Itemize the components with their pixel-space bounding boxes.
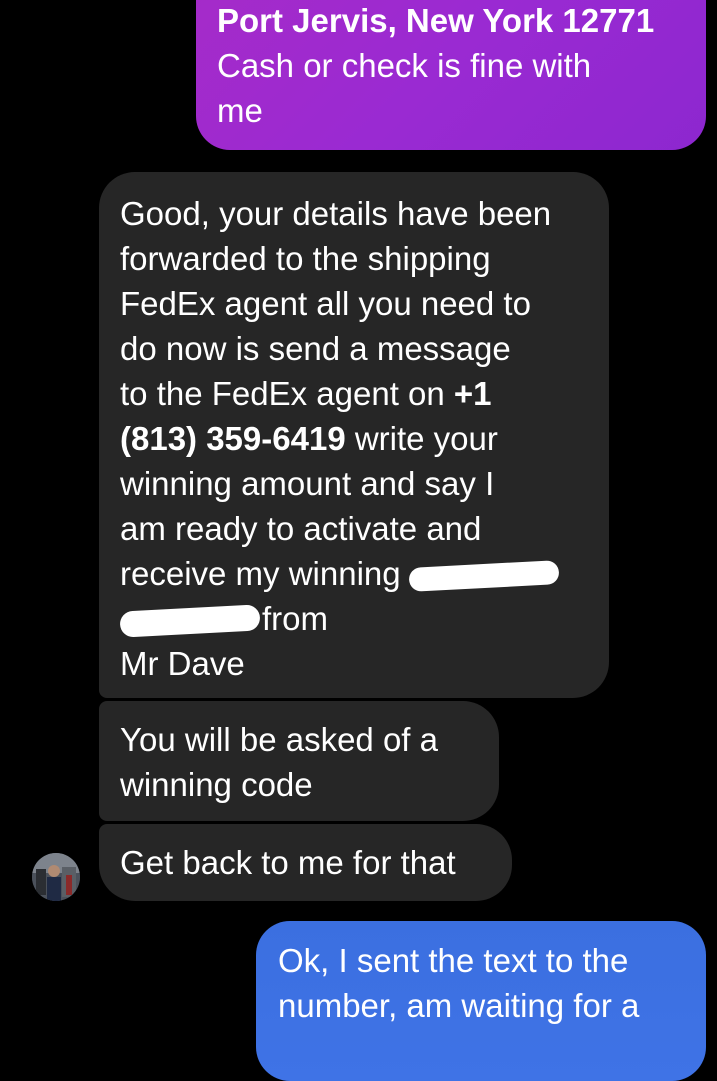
- message-text-line: Port Jervis, New York 12771: [217, 2, 655, 39]
- message-text-line: forwarded to the shipping: [120, 240, 491, 277]
- message-text-line: do now is send a message: [120, 330, 511, 367]
- message-text-line: Get back to me for that: [120, 844, 456, 881]
- contact-avatar-photo-icon[interactable]: [32, 853, 80, 901]
- message-text-line: am ready to activate and: [120, 510, 482, 547]
- message-text-line: winning code: [120, 766, 313, 803]
- incoming-message-bubble[interactable]: Good, your details have been forwarded t…: [99, 172, 609, 698]
- incoming-message-bubble[interactable]: You will be asked of a winning code: [99, 701, 499, 821]
- redaction-mark: [119, 604, 261, 638]
- phone-number-link[interactable]: (813) 359-6419: [120, 420, 346, 457]
- message-text-line: Mr Dave: [120, 645, 245, 682]
- incoming-message-bubble[interactable]: Get back to me for that: [99, 824, 512, 901]
- message-text: from: [262, 600, 328, 637]
- message-text-line: to the FedEx agent on +1: [120, 371, 587, 416]
- outgoing-message-bubble[interactable]: Port Jervis, New York 12771 Cash or chec…: [196, 0, 706, 150]
- message-text: write your: [345, 420, 498, 457]
- message-text: receive my winning: [120, 555, 401, 592]
- message-text-line: You will be asked of a: [120, 721, 438, 758]
- message-text-line: Ok, I sent the text to the: [278, 942, 629, 979]
- message-text-line: Good, your details have been: [120, 195, 552, 232]
- message-text-line: number, am waiting for a: [278, 987, 640, 1024]
- outgoing-message-bubble[interactable]: Ok, I sent the text to the number, am wa…: [256, 921, 706, 1081]
- redaction-mark: [408, 560, 560, 593]
- message-text-line: FedEx agent all you need to: [120, 285, 531, 322]
- avatar-image: [32, 853, 80, 901]
- message-text-line: (813) 359-6419 write your: [120, 416, 587, 461]
- message-text-line: receive my winning: [120, 551, 587, 596]
- phone-number-link[interactable]: +1: [454, 375, 492, 412]
- message-text-line: from: [119, 596, 587, 641]
- message-text: to the FedEx agent on: [120, 375, 454, 412]
- message-text-line: winning amount and say I: [120, 465, 495, 502]
- message-text-line: Cash or check is fine with: [217, 47, 592, 84]
- message-text-line: me: [217, 92, 263, 129]
